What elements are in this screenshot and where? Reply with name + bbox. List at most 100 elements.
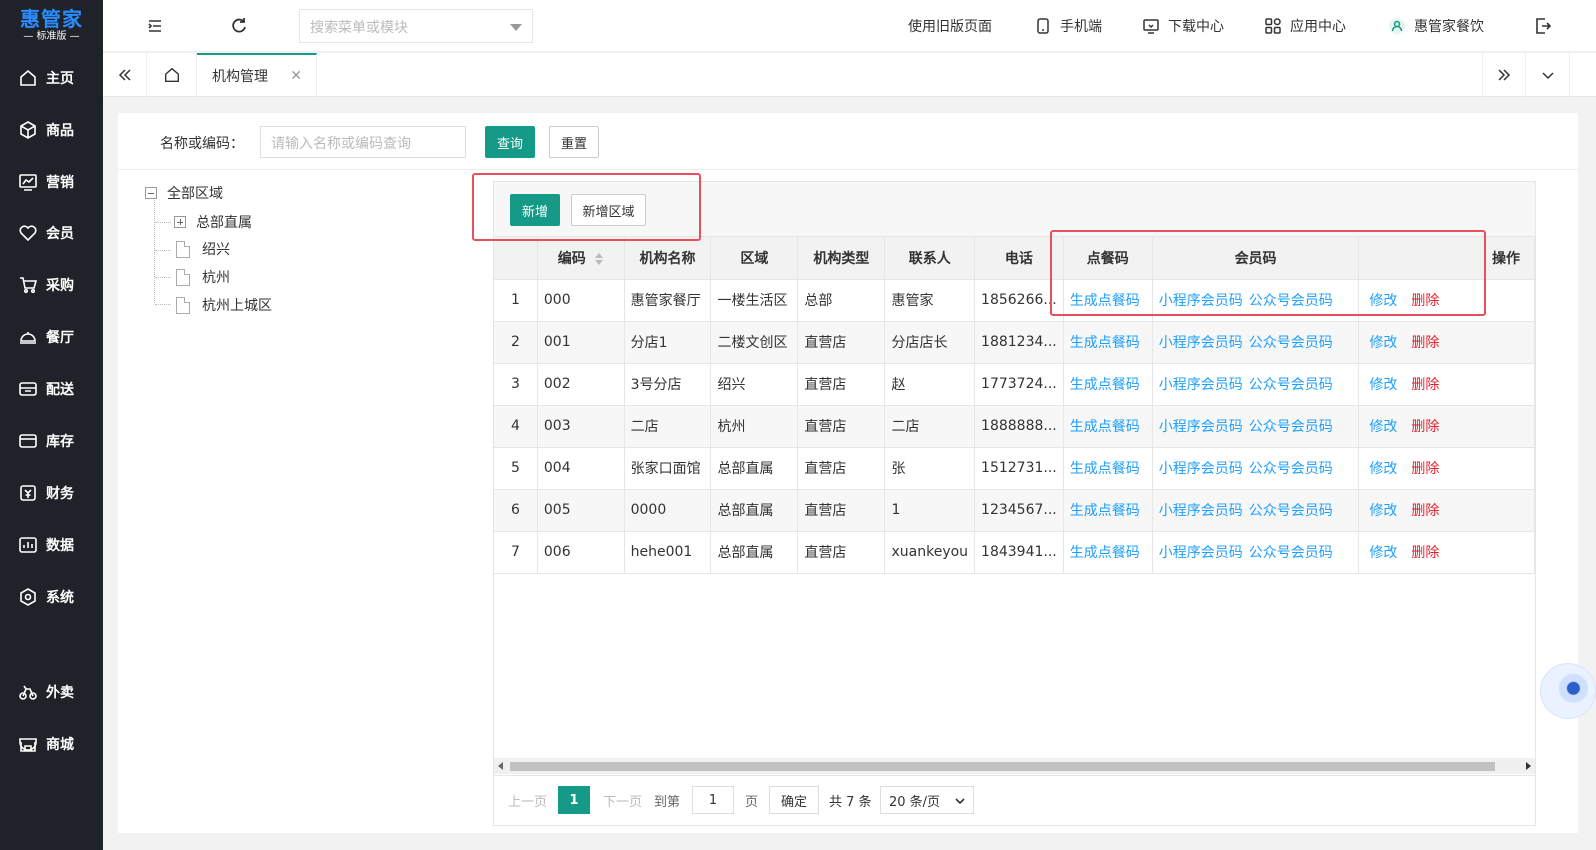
mobile-link[interactable]: 手机端 [1034, 16, 1102, 36]
column-header-code[interactable]: 编码 [537, 237, 625, 280]
cell-index: 2 [494, 321, 538, 364]
delete-link[interactable]: 删除 [1411, 293, 1439, 309]
delete-link[interactable]: 删除 [1411, 461, 1439, 477]
generate-order-code-link[interactable]: 生成点餐码 [1070, 461, 1140, 477]
tab-options-button[interactable] [1526, 53, 1570, 97]
sidebar-item-finance[interactable]: 财务 [0, 473, 103, 513]
download-center-link[interactable]: 下载中心 [1142, 16, 1224, 36]
delete-link[interactable]: 删除 [1411, 419, 1439, 435]
cell-phone: 1856266... [974, 279, 1064, 322]
cell-index: 5 [494, 447, 538, 490]
official-account-member-code-link[interactable]: 公众号会员码 [1249, 545, 1333, 561]
app-center-link[interactable]: 应用中心 [1264, 16, 1346, 36]
menu-search-input[interactable]: 搜索菜单或模块 [299, 9, 533, 43]
tab-scroll-right-button[interactable] [1482, 53, 1526, 97]
tab-scroll-left-button[interactable] [103, 53, 147, 97]
double-chevron-left-icon [118, 69, 131, 81]
tree-node-root[interactable]: 全部区域 [145, 183, 223, 203]
old-version-link[interactable]: 使用旧版页面 [908, 16, 992, 36]
sidebar-item-inventory[interactable]: 库存 [0, 421, 103, 461]
prev-page-button[interactable]: 上一页 [508, 791, 547, 810]
generate-order-code-link[interactable]: 生成点餐码 [1070, 335, 1140, 351]
generate-order-code-link[interactable]: 生成点餐码 [1070, 293, 1140, 309]
scroll-left-icon[interactable] [498, 762, 504, 770]
table-row: 6 005 0000 总部直属 直营店 1 1234567... 生成点餐码 小程序会员码 公众号… [494, 489, 1535, 532]
cell-member-code: 小程序会员码 公众号会员码 [1152, 489, 1360, 532]
edit-link[interactable]: 修改 [1369, 335, 1397, 351]
scroll-right-icon[interactable] [1525, 762, 1531, 770]
edit-link[interactable]: 修改 [1369, 419, 1397, 435]
sidebar-item-restaurant[interactable]: 餐厅 [0, 317, 103, 357]
delete-link[interactable]: 删除 [1411, 377, 1439, 393]
cart-icon [20, 277, 38, 294]
sidebar-item-mall[interactable]: 商城 [0, 724, 103, 764]
generate-order-code-link[interactable]: 生成点餐码 [1070, 377, 1140, 393]
mini-program-member-code-link[interactable]: 小程序会员码 [1159, 461, 1243, 477]
sidebar-item-goods[interactable]: 商品 [0, 110, 103, 150]
official-account-member-code-link[interactable]: 公众号会员码 [1249, 461, 1333, 477]
sidebar-item-marketing[interactable]: 营销 [0, 162, 103, 202]
add-button[interactable]: 新增 [510, 194, 560, 226]
collapse-icon[interactable] [145, 187, 157, 199]
goto-confirm-button[interactable]: 确定 [769, 786, 819, 814]
cell-contact: 二店 [884, 405, 976, 448]
goto-page-input[interactable]: 1 [692, 786, 734, 814]
edit-link[interactable]: 修改 [1369, 545, 1397, 561]
official-account-member-code-link[interactable]: 公众号会员码 [1249, 377, 1333, 393]
mini-program-member-code-link[interactable]: 小程序会员码 [1159, 377, 1243, 393]
edit-link[interactable]: 修改 [1369, 503, 1397, 519]
tree-node-hangzhou-shangcheng[interactable]: 杭州上城区 [176, 295, 272, 315]
official-account-member-code-link[interactable]: 公众号会员码 [1249, 335, 1333, 351]
official-account-member-code-link[interactable]: 公众号会员码 [1249, 419, 1333, 435]
scrollbar-thumb[interactable] [510, 762, 1495, 771]
sidebar-item-home[interactable]: 主页 [0, 58, 103, 98]
page-size-select[interactable]: 20 条/页 [880, 786, 974, 814]
sidebar-item-member[interactable]: 会员 [0, 213, 103, 253]
sidebar-item-purchase[interactable]: 采购 [0, 265, 103, 305]
user-menu[interactable]: 惠管家餐饮 [1388, 16, 1484, 36]
close-icon[interactable]: ✕ [290, 68, 302, 84]
edit-link[interactable]: 修改 [1369, 293, 1397, 309]
mini-program-member-code-link[interactable]: 小程序会员码 [1159, 293, 1243, 309]
name-code-search-input[interactable]: 请输入名称或编码查询 [260, 126, 466, 158]
assistant-float-icon[interactable] [1540, 663, 1596, 719]
input-placeholder: 请输入名称或编码查询 [271, 136, 411, 152]
delete-link[interactable]: 删除 [1411, 335, 1439, 351]
reset-button[interactable]: 重置 [549, 126, 599, 158]
delete-link[interactable]: 删除 [1411, 503, 1439, 519]
sidebar-item-label: 配送 [46, 382, 74, 398]
tree-node-hq[interactable]: 总部直属 [174, 212, 252, 232]
logout-icon[interactable] [1533, 16, 1553, 36]
generate-order-code-link[interactable]: 生成点餐码 [1070, 545, 1140, 561]
mini-program-member-code-link[interactable]: 小程序会员码 [1159, 503, 1243, 519]
delete-link[interactable]: 删除 [1411, 545, 1439, 561]
mini-program-member-code-link[interactable]: 小程序会员码 [1159, 419, 1243, 435]
sidebar-item-takeout[interactable]: 外卖 [0, 672, 103, 712]
sidebar-item-delivery[interactable]: 配送 [0, 369, 103, 409]
store-icon [19, 738, 37, 752]
tab-home-button[interactable] [147, 53, 197, 97]
tree-node-shaoxing[interactable]: 绍兴 [176, 239, 230, 259]
next-page-button[interactable]: 下一页 [603, 791, 642, 810]
mini-program-member-code-link[interactable]: 小程序会员码 [1159, 335, 1243, 351]
edit-link[interactable]: 修改 [1369, 461, 1397, 477]
sidebar-item-system[interactable]: 系统 [0, 577, 103, 617]
add-area-button[interactable]: 新增区域 [571, 194, 646, 226]
sidebar-item-data[interactable]: 数据 [0, 525, 103, 565]
menu-collapse-icon[interactable] [145, 16, 165, 36]
expand-icon[interactable] [174, 216, 186, 228]
sort-icon[interactable] [594, 252, 604, 266]
query-button[interactable]: 查询 [485, 126, 535, 158]
generate-order-code-link[interactable]: 生成点餐码 [1070, 503, 1140, 519]
mini-program-member-code-link[interactable]: 小程序会员码 [1159, 545, 1243, 561]
cell-index: 3 [494, 363, 538, 406]
official-account-member-code-link[interactable]: 公众号会员码 [1249, 293, 1333, 309]
refresh-icon[interactable] [229, 16, 249, 36]
official-account-member-code-link[interactable]: 公众号会员码 [1249, 503, 1333, 519]
horizontal-scrollbar[interactable] [494, 758, 1535, 774]
edit-link[interactable]: 修改 [1369, 377, 1397, 393]
page-number-current[interactable]: 1 [558, 786, 590, 814]
tree-node-hangzhou[interactable]: 杭州 [176, 267, 230, 287]
generate-order-code-link[interactable]: 生成点餐码 [1070, 419, 1140, 435]
tab-org-management[interactable]: 机构管理 ✕ [197, 53, 317, 97]
